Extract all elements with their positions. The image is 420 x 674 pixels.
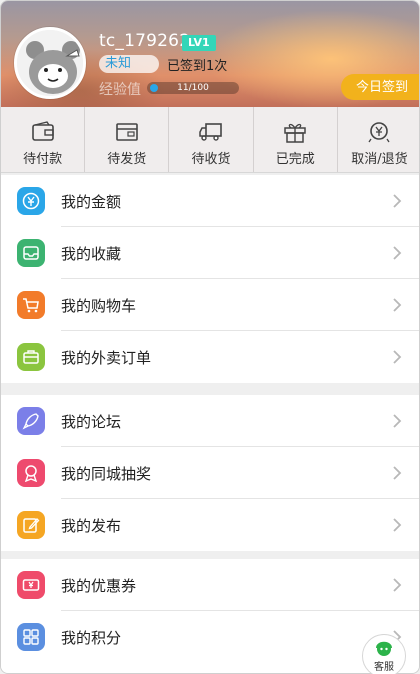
chevron-right-icon — [393, 246, 402, 260]
username: tc_179262 — [99, 31, 191, 51]
gender-pill[interactable]: 未知 — [99, 55, 159, 73]
menu-label: 我的同城抽奖 — [61, 465, 152, 483]
headset-icon — [376, 641, 392, 656]
menu-label: 我的论坛 — [61, 413, 122, 431]
order-label: 取消/退货 — [351, 152, 408, 167]
chevron-right-icon — [393, 350, 402, 364]
package-icon — [115, 123, 138, 141]
menu-label: 我的收藏 — [61, 245, 122, 263]
medal-icon — [17, 459, 45, 487]
exp-label: 经验值 — [99, 82, 141, 98]
chevron-right-icon — [393, 414, 402, 428]
cart-icon — [17, 291, 45, 319]
chevron-right-icon — [393, 578, 402, 592]
exp-progress-bar: 11/100 — [147, 82, 239, 94]
menu-item-takeout-orders[interactable]: 我的外卖订单 — [1, 331, 419, 383]
menu-item-favorites[interactable]: 我的收藏 — [1, 227, 419, 279]
edit-icon — [17, 511, 45, 539]
order-status-bar: 待付款 待发货 待收货 已完成 取消/退货 — [1, 107, 419, 173]
rocket-icon — [17, 407, 45, 435]
inbox-icon — [17, 239, 45, 267]
order-label: 待付款 — [23, 152, 63, 167]
menu-label: 我的积分 — [61, 629, 122, 647]
menu-item-coupons[interactable]: 我的优惠券 — [1, 559, 419, 611]
menu-label: 我的优惠券 — [61, 577, 137, 595]
truck-icon — [199, 123, 222, 141]
menu-item-forum[interactable]: 我的论坛 — [1, 395, 419, 447]
level-badge: LV1 — [182, 35, 216, 51]
profile-header: tc_179262 LV1 未知 已签到1次 经验值 11/100 今日签到 — [1, 1, 419, 107]
wallet-icon — [31, 121, 54, 141]
customer-service-button[interactable]: 客服 — [362, 634, 406, 674]
menu-group-account: 我的金额 我的收藏 我的购物车 我的外卖订单 — [1, 175, 419, 383]
order-pending-shipment[interactable]: 待发货 — [85, 107, 170, 172]
chevron-right-icon — [393, 518, 402, 532]
chevron-right-icon — [393, 298, 402, 312]
menu-label: 我的金额 — [61, 193, 122, 211]
order-completed[interactable]: 已完成 — [254, 107, 338, 172]
avatar[interactable] — [14, 27, 86, 99]
order-cancel-refund[interactable]: 取消/退货 — [338, 107, 419, 172]
grid-icon — [17, 623, 45, 651]
menu-item-lottery[interactable]: 我的同城抽奖 — [1, 447, 419, 499]
gift-icon — [284, 123, 306, 143]
avatar-bear-icon — [17, 30, 83, 96]
order-label: 已完成 — [275, 152, 315, 167]
menu-group-community: 我的论坛 我的同城抽奖 我的发布 — [1, 395, 419, 551]
coupon-icon — [17, 571, 45, 599]
menu-label: 我的发布 — [61, 517, 122, 535]
service-label: 客服 — [374, 662, 394, 673]
order-pending-receipt[interactable]: 待收货 — [169, 107, 254, 172]
yen-icon — [17, 187, 45, 215]
briefcase-icon — [17, 343, 45, 371]
chevron-right-icon — [393, 466, 402, 480]
refund-icon — [368, 122, 390, 143]
menu-item-points[interactable]: 我的积分 — [1, 611, 419, 663]
order-pending-payment[interactable]: 待付款 — [1, 107, 86, 172]
order-label: 待收货 — [191, 152, 231, 167]
chevron-right-icon — [393, 194, 402, 208]
menu-label: 我的购物车 — [61, 297, 137, 315]
menu-item-balance[interactable]: 我的金额 — [1, 175, 419, 227]
exp-progress-text: 11/100 — [177, 83, 209, 93]
menu-label: 我的外卖订单 — [61, 349, 152, 367]
menu-item-cart[interactable]: 我的购物车 — [1, 279, 419, 331]
app-frame: tc_179262 LV1 未知 已签到1次 经验值 11/100 今日签到 待… — [0, 0, 420, 674]
daily-signin-button[interactable]: 今日签到 — [341, 74, 419, 100]
menu-group-rewards: 我的优惠券 我的积分 — [1, 559, 419, 673]
menu-item-my-posts[interactable]: 我的发布 — [1, 499, 419, 551]
signin-count: 已签到1次 — [167, 59, 228, 74]
order-label: 待发货 — [107, 152, 147, 167]
